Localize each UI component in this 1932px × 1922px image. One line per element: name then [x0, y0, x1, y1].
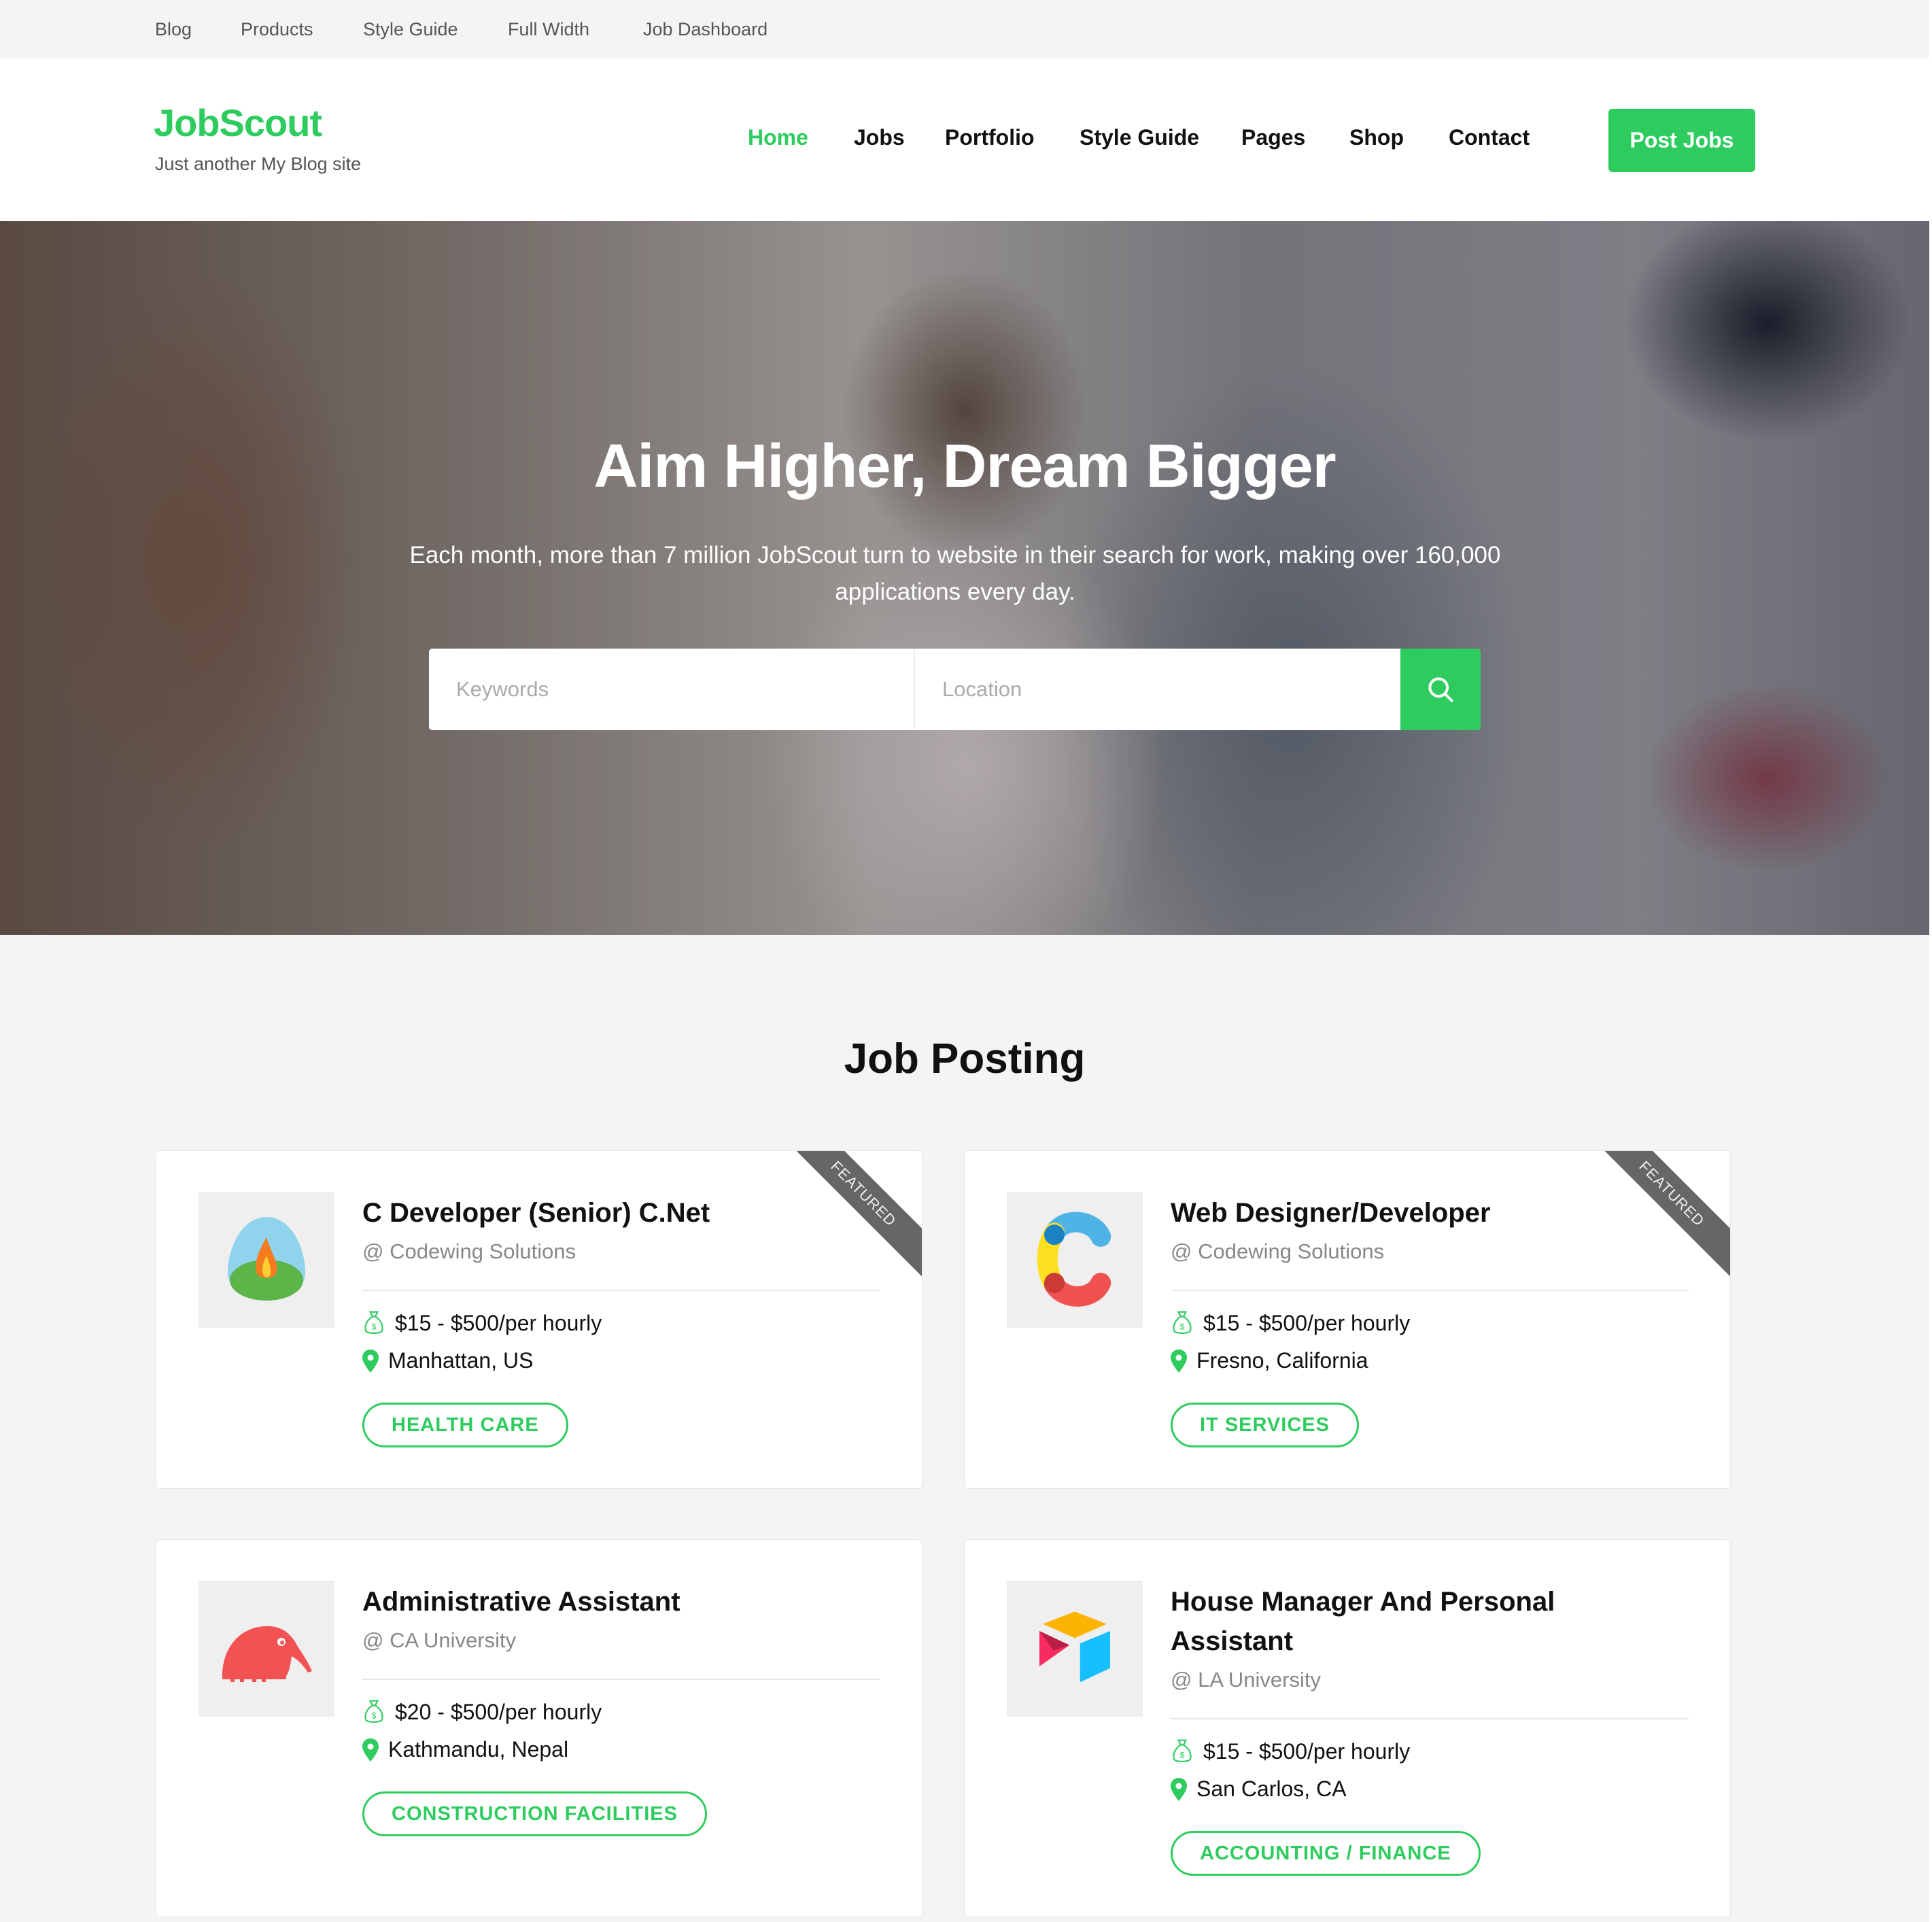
card-divider [362, 1679, 880, 1680]
c-letter-logo-icon [1037, 1212, 1111, 1307]
category-tag[interactable]: HEALTH CARE [362, 1403, 568, 1447]
svg-text:$: $ [372, 1711, 377, 1721]
company-logo [199, 1581, 334, 1717]
site-tagline: Just another My Blog site [155, 154, 362, 174]
category-tag[interactable]: CONSTRUCTION FACILITIES [362, 1791, 707, 1836]
keywords-input[interactable] [429, 649, 915, 730]
company-name: @ Codewing Solutions [1171, 1239, 1385, 1263]
job-title[interactable]: Administrative Assistant [362, 1582, 865, 1621]
company-name: @ Codewing Solutions [362, 1239, 576, 1263]
money-bag-icon: $ [1173, 1739, 1192, 1763]
salary-text: $15 - $500/per hourly [395, 1310, 602, 1335]
job-title[interactable]: Web Designer/Developer [1171, 1193, 1674, 1233]
money-bag-icon: $ [1173, 1311, 1192, 1335]
topbar-link-full-width[interactable]: Full Width [508, 19, 589, 40]
svg-text:$: $ [1180, 1322, 1185, 1332]
topbar-link-job-dashboard[interactable]: Job Dashboard [643, 19, 767, 40]
money-bag-icon: $ [364, 1700, 383, 1723]
location-text: Kathmandu, Nepal [388, 1737, 569, 1762]
location-pin-icon [362, 1349, 379, 1373]
svg-text:$: $ [1180, 1751, 1185, 1760]
company-logo [199, 1192, 334, 1328]
location-text: San Carlos, CA [1196, 1777, 1347, 1801]
site-logo[interactable]: JobScout [154, 101, 322, 145]
company-name: @ LA University [1171, 1668, 1321, 1692]
nav-pages[interactable]: Pages [1241, 125, 1305, 150]
job-search-form [429, 649, 1481, 730]
salary-row: $ $15 - $500/per hourly [362, 1310, 602, 1336]
salary-text: $20 - $500/per hourly [395, 1699, 602, 1724]
top-utility-bar: Blog Products Style Guide Full Width Job… [0, 0, 1929, 58]
card-divider [1171, 1718, 1689, 1719]
salary-row: $ $15 - $500/per hourly [1171, 1738, 1410, 1764]
card-divider [362, 1290, 880, 1291]
location-input[interactable] [915, 649, 1400, 730]
salary-text: $15 - $500/per hourly [1203, 1310, 1411, 1335]
location-pin-icon [362, 1738, 379, 1762]
location-row: Fresno, California [1171, 1348, 1368, 1373]
nav-contact[interactable]: Contact [1449, 125, 1530, 150]
svg-text:$: $ [372, 1322, 377, 1332]
job-title[interactable]: House Manager And Personal Assistant [1171, 1582, 1674, 1661]
hero-title: Aim Higher, Dream Bigger [593, 432, 1336, 500]
search-button[interactable] [1400, 649, 1481, 730]
location-pin-icon [1171, 1349, 1187, 1373]
topbar-link-style-guide[interactable]: Style Guide [363, 19, 458, 40]
location-pin-icon [1171, 1777, 1187, 1801]
hero-subtitle: Each month, more than 7 million JobScout… [409, 542, 1501, 605]
job-card[interactable]: Administrative Assistant @ CA University… [156, 1539, 922, 1917]
job-card[interactable]: House Manager And Personal Assistant @ L… [964, 1539, 1731, 1917]
job-title[interactable]: C Developer (Senior) C.Net [362, 1193, 865, 1233]
location-row: San Carlos, CA [1171, 1777, 1347, 1802]
nav-style-guide[interactable]: Style Guide [1080, 125, 1199, 150]
page: Blog Products Style Guide Full Width Job… [0, 0, 1929, 1922]
site-header: JobScout Just another My Blog site Home … [0, 58, 1929, 221]
card-divider [1171, 1290, 1689, 1291]
location-text: Fresno, California [1196, 1348, 1368, 1373]
cube-logo-icon [1039, 1611, 1110, 1683]
section-title: Job Posting [844, 1035, 1086, 1082]
salary-row: $ $15 - $500/per hourly [1171, 1310, 1410, 1336]
location-row: Manhattan, US [362, 1348, 533, 1373]
location-text: Manhattan, US [388, 1348, 534, 1373]
company-name: @ CA University [362, 1628, 517, 1652]
campfire-logo-icon [228, 1217, 305, 1301]
job-card[interactable]: Web Designer/Developer @ Codewing Soluti… [964, 1150, 1731, 1489]
anteater-logo-icon [222, 1626, 312, 1682]
company-logo [1007, 1192, 1143, 1328]
category-tag[interactable]: ACCOUNTING / FINANCE [1171, 1831, 1481, 1876]
nav-jobs[interactable]: Jobs [854, 125, 905, 150]
location-row: Kathmandu, Nepal [362, 1737, 568, 1762]
category-tag[interactable]: IT SERVICES [1171, 1403, 1359, 1447]
nav-home[interactable]: Home [748, 125, 808, 150]
job-card[interactable]: C Developer (Senior) C.Net @ Codewing So… [156, 1150, 922, 1489]
salary-text: $15 - $500/per hourly [1203, 1738, 1411, 1764]
hero-banner: Aim Higher, Dream Bigger Each month, mor… [0, 221, 1929, 935]
topbar-link-blog[interactable]: Blog [155, 19, 192, 40]
nav-portfolio[interactable]: Portfolio [945, 125, 1035, 150]
nav-shop[interactable]: Shop [1349, 125, 1404, 150]
search-icon [1428, 677, 1453, 702]
topbar-link-products[interactable]: Products [241, 19, 313, 40]
money-bag-icon: $ [364, 1311, 383, 1335]
salary-row: $ $20 - $500/per hourly [362, 1699, 602, 1725]
company-logo [1007, 1581, 1143, 1717]
post-jobs-button[interactable]: Post Jobs [1608, 109, 1755, 172]
